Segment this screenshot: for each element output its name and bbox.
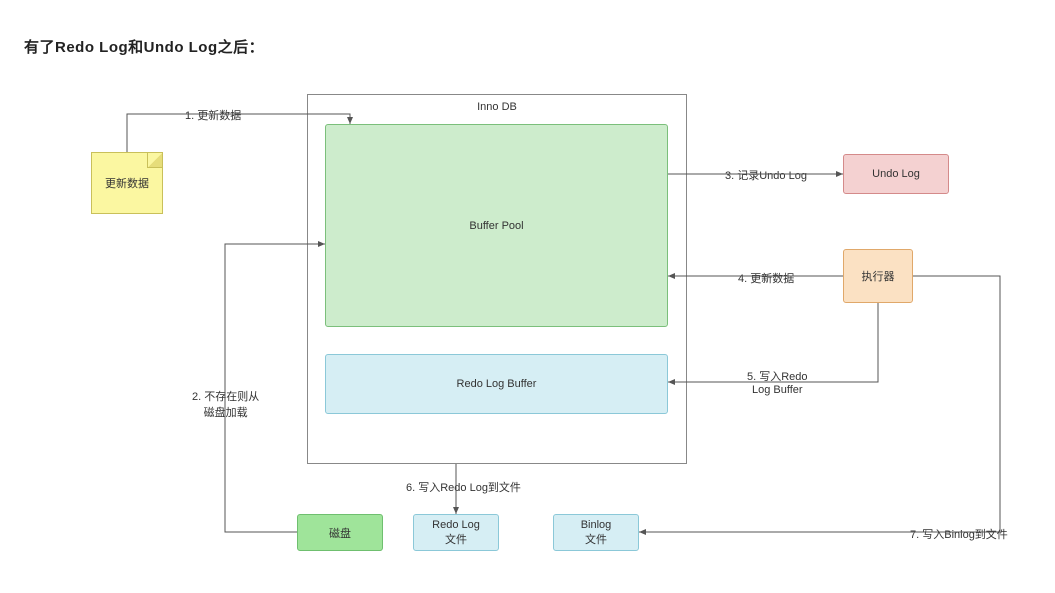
diagram-canvas: Inno DB 更新数据 Buffer Pool Redo Log Buffer… [0, 74, 1050, 584]
page-title: 有了Redo Log和Undo Log之后： [24, 36, 264, 57]
arrow-layer [0, 74, 1050, 584]
